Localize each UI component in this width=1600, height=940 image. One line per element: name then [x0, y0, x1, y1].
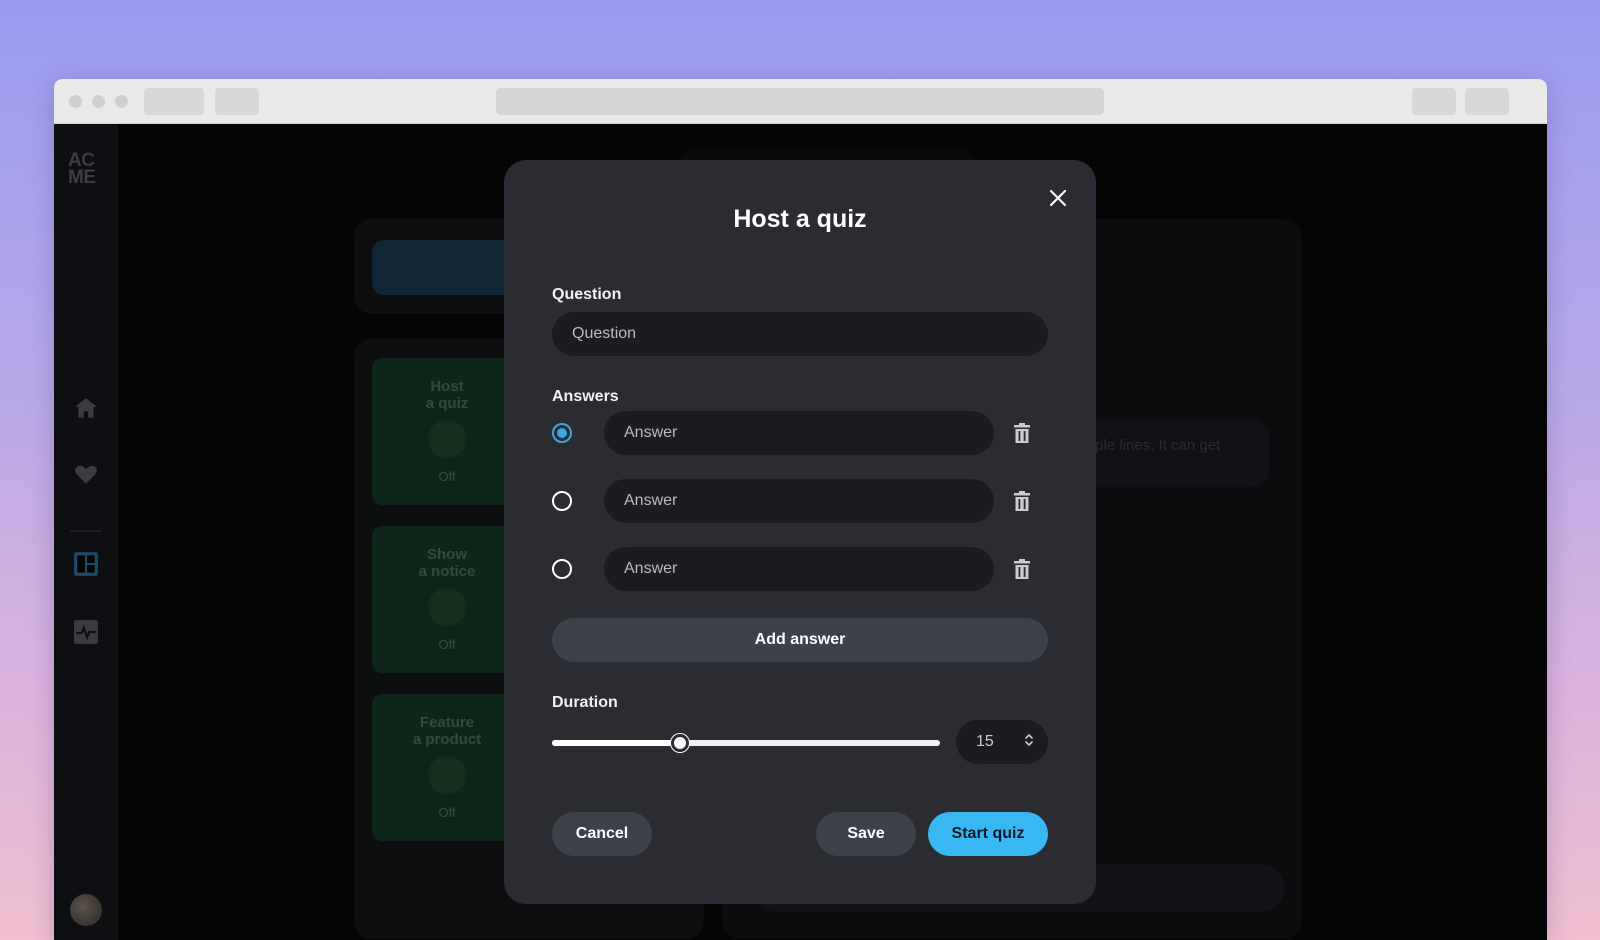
- sidebar: AC ME: [54, 124, 118, 940]
- answers-label: Answers: [552, 388, 619, 405]
- chat-bubble-text: ultiple lines. It can get: [1076, 437, 1221, 454]
- tile-status: Off: [438, 637, 456, 652]
- modal-title: Host a quiz: [733, 205, 867, 233]
- logo: AC ME: [68, 150, 96, 188]
- trash-icon[interactable]: [1010, 557, 1034, 581]
- tile-title: Host a quiz: [425, 378, 469, 412]
- shopping-bag-icon: [428, 756, 466, 794]
- notice-icon: [428, 588, 466, 626]
- tile-title: Feature a product: [412, 714, 482, 748]
- dashboard-icon[interactable]: [72, 550, 100, 578]
- tile-status: Off: [438, 805, 456, 820]
- chevron-up-down-icon[interactable]: [1024, 732, 1034, 753]
- back-forward-buttons[interactable]: [144, 88, 204, 115]
- answer-radio-3[interactable]: [552, 559, 572, 579]
- answer-radio-1[interactable]: [552, 423, 572, 443]
- answer-input-3[interactable]: [604, 547, 994, 591]
- add-answer-button[interactable]: Add answer: [552, 618, 1048, 662]
- answer-radio-2[interactable]: [552, 491, 572, 511]
- sidebar-toggle-button[interactable]: [215, 88, 259, 115]
- maximize-window-dot[interactable]: [115, 95, 128, 108]
- minimize-window-dot[interactable]: [92, 95, 105, 108]
- trash-icon[interactable]: [1010, 421, 1034, 445]
- browser-titlebar: [54, 79, 1547, 124]
- question-input[interactable]: [552, 312, 1048, 356]
- cancel-button[interactable]: Cancel: [552, 812, 652, 856]
- close-window-dot[interactable]: [69, 95, 82, 108]
- share-button[interactable]: [1412, 88, 1456, 115]
- question-label: Question: [552, 286, 622, 303]
- duration-value[interactable]: 15: [976, 733, 994, 751]
- tile-title: Show a notice: [418, 546, 476, 580]
- save-button[interactable]: Save: [816, 812, 916, 856]
- home-icon[interactable]: [72, 394, 100, 422]
- user-avatar[interactable]: [70, 894, 102, 926]
- duration-slider[interactable]: [552, 734, 940, 752]
- start-quiz-button[interactable]: Start quiz: [928, 812, 1048, 856]
- duration-label: Duration: [552, 694, 618, 711]
- tabs-button[interactable]: [1465, 88, 1509, 115]
- heart-icon[interactable]: [72, 460, 100, 488]
- answer-input-1[interactable]: [604, 411, 994, 455]
- duration-stepper[interactable]: 15: [956, 720, 1048, 764]
- sidebar-divider: [70, 530, 102, 532]
- duration-slider-thumb[interactable]: [671, 734, 690, 752]
- activity-icon[interactable]: [72, 618, 100, 646]
- duration-slider-fill: [552, 740, 681, 746]
- tile-host-quiz[interactable]: Host a quiz Off: [372, 358, 522, 505]
- quiz-icon: [428, 420, 466, 458]
- trash-icon[interactable]: [1010, 489, 1034, 513]
- tile-show-notice[interactable]: Show a notice Off: [372, 526, 522, 673]
- host-quiz-modal: Host a quiz Question Answers Add answer …: [504, 160, 1096, 904]
- tile-status: Off: [438, 469, 456, 484]
- address-bar[interactable]: [496, 88, 1104, 115]
- answer-input-2[interactable]: [604, 479, 994, 523]
- tile-feature-product[interactable]: Feature a product Off: [372, 694, 522, 841]
